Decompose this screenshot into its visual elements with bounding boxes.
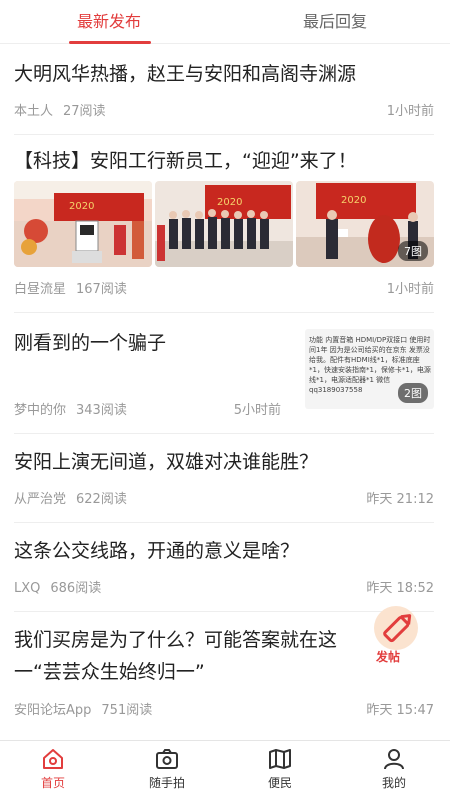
post-time: 1小时前 — [386, 104, 434, 119]
tab-last-reply[interactable]: 最后回复 — [303, 8, 367, 32]
map-icon — [269, 749, 291, 769]
pencil-icon — [383, 614, 412, 643]
post-image[interactable]: 2020 — [155, 181, 293, 267]
post-reads: 622阅读 — [76, 492, 127, 507]
post-time: 昨天 15:47 — [366, 703, 434, 718]
photo-count-badge: 2图 — [398, 383, 428, 403]
post-time: 5小时前 — [233, 403, 281, 418]
post-time: 1小时前 — [386, 282, 434, 297]
post-item[interactable]: 大明风华热播，赵王与安阳和高阁寺渊源 本土人 27阅读 1小时前 — [14, 45, 434, 135]
post-author[interactable]: 白昼流星 — [14, 282, 66, 297]
tab-latest[interactable]: 最新发布 — [77, 8, 141, 32]
post-title[interactable]: 刚看到的一个骗子 — [14, 327, 166, 359]
post-image[interactable]: 2020 — [14, 181, 152, 267]
bottom-nav: 首页 随手拍 便民 我的 — [0, 740, 450, 800]
home-icon — [43, 749, 63, 769]
post-time: 昨天 18:52 — [366, 581, 434, 596]
post-author[interactable]: 安阳论坛App — [14, 703, 91, 718]
post-meta: LXQ 686阅读 — [14, 577, 101, 596]
top-tab-bar: 最新发布 最后回复 — [0, 0, 450, 44]
post-image[interactable]: 功能 内置音箱 HDMI/DP双接口 使用时间1年 因为是公司给买的在京东 发票… — [305, 329, 434, 409]
new-post-label: 发帖 — [376, 650, 401, 664]
post-meta: 梦中的你 343阅读 — [14, 399, 127, 418]
post-author[interactable]: 本土人 — [14, 104, 53, 119]
svg-text:2020: 2020 — [341, 195, 366, 206]
post-title[interactable]: 大明风华热播，赵王与安阳和高阁寺渊源 — [14, 58, 356, 90]
post-item[interactable]: 刚看到的一个骗子 功能 内置音箱 HDMI/DP双接口 使用时间1年 因为是公司… — [14, 313, 434, 434]
post-time: 昨天 21:12 — [366, 492, 434, 507]
svg-text:2020: 2020 — [69, 201, 94, 212]
post-reads: 27阅读 — [63, 104, 106, 119]
post-title-line-1: 我们买房是为了什么？可能答案就在这 — [14, 629, 338, 651]
post-title[interactable]: 这条公交线路，开通的意义是啥？ — [14, 535, 299, 567]
post-item[interactable]: 【科技】安阳工行新员工，“迎迎”来了！ 2020 2020 2020 7图 白昼… — [14, 135, 434, 313]
user-icon — [384, 749, 404, 770]
post-image[interactable]: 2020 7图 — [296, 181, 434, 267]
new-post-button[interactable]: 发帖 — [372, 606, 422, 666]
post-title[interactable]: 我们买房是为了什么？可能答案就在这 一“芸芸众生始终归一” — [14, 624, 337, 688]
nav-home[interactable]: 首页 — [8, 741, 98, 800]
nav-profile-label: 我的 — [381, 776, 406, 790]
post-author[interactable]: 梦中的你 — [14, 403, 66, 418]
post-title[interactable]: 【科技】安阳工行新员工，“迎迎”来了！ — [14, 145, 357, 177]
post-meta: 本土人 27阅读 — [14, 100, 106, 119]
post-author[interactable]: LXQ — [14, 581, 40, 596]
nav-home-label: 首页 — [40, 776, 65, 790]
photo-count-badge: 7图 — [398, 241, 428, 261]
svg-text:2020: 2020 — [217, 197, 242, 208]
post-meta: 白昼流星 167阅读 — [14, 278, 127, 297]
nav-services[interactable]: 便民 — [235, 741, 325, 800]
post-title-line-2: 一“芸芸众生始终归一” — [14, 661, 205, 683]
camera-icon — [156, 749, 178, 769]
post-meta: 安阳论坛App 751阅读 — [14, 699, 152, 718]
active-tab-indicator — [69, 41, 151, 44]
post-author[interactable]: 从严治党 — [14, 492, 66, 507]
nav-profile[interactable]: 我的 — [349, 741, 439, 800]
post-item[interactable]: 安阳上演无间道，双雄对决谁能胜？ 从严治党 622阅读 昨天 21:12 — [14, 434, 434, 523]
nav-snapshot[interactable]: 随手拍 — [122, 741, 212, 800]
nav-snapshot-label: 随手拍 — [148, 776, 185, 790]
post-item[interactable]: 这条公交线路，开通的意义是啥？ LXQ 686阅读 昨天 18:52 — [14, 523, 434, 612]
post-reads: 751阅读 — [101, 703, 153, 718]
post-title[interactable]: 安阳上演无间道，双雄对决谁能胜？ — [14, 446, 318, 478]
post-reads: 167阅读 — [76, 282, 127, 297]
post-images[interactable]: 2020 2020 2020 7图 — [14, 181, 434, 267]
post-reads: 686阅读 — [50, 581, 102, 596]
post-meta: 从严治党 622阅读 — [14, 488, 127, 507]
post-reads: 343阅读 — [76, 403, 127, 418]
post-item[interactable]: 我们买房是为了什么？可能答案就在这 一“芸芸众生始终归一” 安阳论坛App 751… — [14, 612, 434, 739]
nav-services-label: 便民 — [267, 776, 292, 790]
